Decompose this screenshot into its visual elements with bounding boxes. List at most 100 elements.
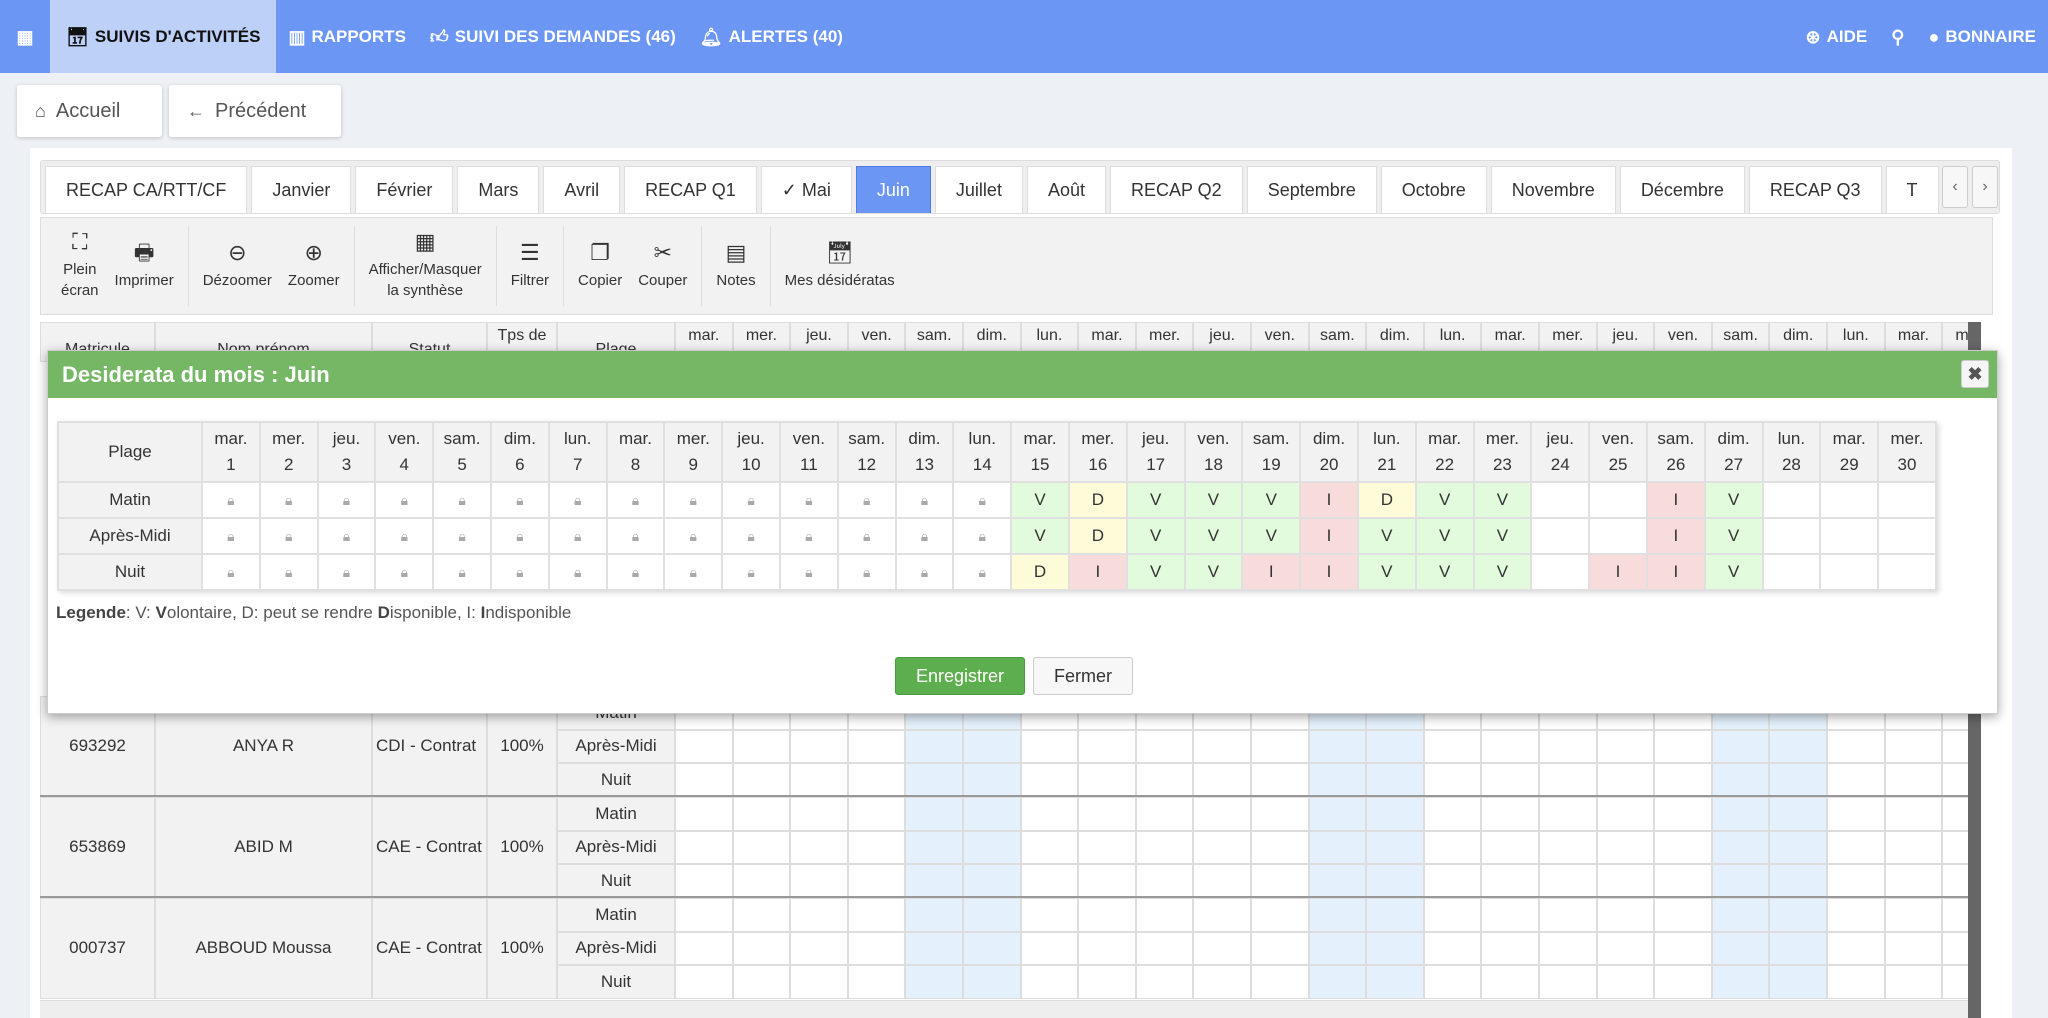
schedule-cell[interactable]: [732, 864, 791, 898]
schedule-cell[interactable]: [1942, 965, 1968, 999]
schedule-cell[interactable]: [675, 830, 733, 865]
desiderata-cell[interactable]: V: [1356, 553, 1417, 591]
schedule-cell[interactable]: [1193, 931, 1251, 966]
schedule-cell[interactable]: [963, 898, 1021, 932]
tab-recap-q2[interactable]: RECAP Q2: [1109, 166, 1243, 213]
schedule-cell[interactable]: [790, 864, 848, 898]
tab-f-vrier[interactable]: Février: [355, 166, 454, 213]
desiderata-cell[interactable]: I: [1645, 517, 1706, 555]
desiderata-cell[interactable]: I: [1299, 553, 1359, 591]
schedule-cell[interactable]: [1884, 864, 1943, 898]
tab-septembre[interactable]: Septembre: [1246, 166, 1377, 213]
desiderata-cell[interactable]: [1530, 553, 1591, 591]
toolbar-zoom-out-button[interactable]: ⊖ Dézoomer: [195, 241, 280, 291]
desiderata-cell[interactable]: [1877, 481, 1937, 519]
schedule-cell[interactable]: [1481, 898, 1539, 932]
desiderata-cell[interactable]: V: [1472, 517, 1533, 555]
desiderata-cell[interactable]: V: [1703, 517, 1764, 555]
schedule-cell[interactable]: [1942, 898, 1968, 932]
toolbar-notes-button[interactable]: ▤ Notes: [708, 241, 763, 291]
schedule-cell[interactable]: [1020, 797, 1079, 831]
desiderata-cell[interactable]: I: [1645, 553, 1706, 591]
schedule-cell[interactable]: [675, 965, 733, 999]
schedule-cell[interactable]: [1481, 763, 1539, 797]
desiderata-cell[interactable]: [1588, 517, 1648, 555]
tab-octobre[interactable]: Octobre: [1380, 166, 1487, 213]
schedule-cell[interactable]: [1827, 729, 1885, 764]
tab-mars[interactable]: Mars: [457, 166, 540, 213]
schedule-cell[interactable]: [1135, 965, 1194, 999]
schedule-cell[interactable]: [732, 797, 791, 831]
schedule-cell[interactable]: [1654, 763, 1712, 797]
schedule-cell[interactable]: [1308, 729, 1367, 764]
schedule-cell[interactable]: [790, 965, 848, 999]
schedule-cell[interactable]: [675, 864, 733, 898]
apps-menu-button[interactable]: ▦: [0, 0, 50, 73]
schedule-cell[interactable]: [1423, 931, 1482, 966]
schedule-cell[interactable]: [1654, 898, 1712, 932]
schedule-cell[interactable]: [675, 763, 733, 797]
schedule-cell[interactable]: [790, 898, 848, 932]
schedule-cell[interactable]: [963, 830, 1021, 865]
tab-janvier[interactable]: Janvier: [251, 166, 352, 213]
schedule-cell[interactable]: [905, 931, 963, 966]
schedule-cell[interactable]: [1423, 830, 1482, 865]
schedule-cell[interactable]: [1884, 931, 1943, 966]
schedule-cell[interactable]: [1827, 830, 1885, 865]
schedule-cell[interactable]: [1539, 830, 1597, 865]
schedule-cell[interactable]: [1366, 830, 1424, 865]
schedule-cell[interactable]: [1827, 965, 1885, 999]
schedule-cell[interactable]: [1020, 965, 1079, 999]
schedule-cell[interactable]: [1078, 931, 1136, 966]
toolbar-zoom-in-button[interactable]: ⊕ Zoomer: [280, 241, 348, 291]
schedule-cell[interactable]: [905, 864, 963, 898]
desiderata-cell[interactable]: [1530, 517, 1591, 555]
tab-avril[interactable]: Avril: [543, 166, 621, 213]
schedule-cell[interactable]: [1539, 898, 1597, 932]
schedule-cell[interactable]: [1539, 965, 1597, 999]
schedule-cell[interactable]: [1654, 729, 1712, 764]
schedule-cell[interactable]: [1251, 898, 1309, 932]
desiderata-cell[interactable]: V: [1241, 481, 1302, 519]
schedule-cell[interactable]: [790, 729, 848, 764]
close-icon[interactable]: ✖: [1961, 360, 1989, 388]
schedule-cell[interactable]: [1251, 763, 1309, 797]
schedule-cell[interactable]: [1423, 965, 1482, 999]
schedule-cell[interactable]: [1711, 864, 1770, 898]
schedule-cell[interactable]: [1308, 898, 1367, 932]
schedule-cell[interactable]: [1193, 729, 1251, 764]
schedule-cell[interactable]: [1193, 965, 1251, 999]
schedule-cell[interactable]: [1769, 931, 1827, 966]
schedule-cell[interactable]: [1769, 965, 1827, 999]
schedule-cell[interactable]: [1942, 864, 1968, 898]
desiderata-cell[interactable]: [1877, 553, 1937, 591]
schedule-cell[interactable]: [1884, 898, 1943, 932]
schedule-cell[interactable]: [1251, 830, 1309, 865]
schedule-cell[interactable]: [1711, 763, 1770, 797]
desiderata-cell[interactable]: V: [1010, 517, 1070, 555]
schedule-cell[interactable]: [1711, 830, 1770, 865]
desiderata-cell[interactable]: V: [1703, 481, 1764, 519]
toolbar-fullscreen-button[interactable]: ⛶ Plein écran: [53, 231, 107, 301]
schedule-cell[interactable]: [1078, 898, 1136, 932]
schedule-cell[interactable]: [1193, 797, 1251, 831]
schedule-cell[interactable]: [905, 763, 963, 797]
schedule-cell[interactable]: [1942, 830, 1968, 865]
schedule-cell[interactable]: [790, 797, 848, 831]
schedule-cell[interactable]: [1020, 931, 1079, 966]
schedule-cell[interactable]: [963, 729, 1021, 764]
schedule-cell[interactable]: [1366, 729, 1424, 764]
desiderata-cell[interactable]: I: [1299, 481, 1359, 519]
search-button[interactable]: ⚲: [1879, 0, 1916, 73]
schedule-cell[interactable]: [1654, 965, 1712, 999]
tab--mai[interactable]: ✓ Mai: [760, 166, 852, 213]
schedule-cell[interactable]: [1596, 898, 1655, 932]
schedule-cell[interactable]: [675, 931, 733, 966]
desiderata-cell[interactable]: V: [1183, 553, 1244, 591]
desiderata-cell[interactable]: V: [1125, 553, 1186, 591]
schedule-cell[interactable]: [1366, 763, 1424, 797]
toolbar-grid-off-button[interactable]: ▦ Afficher/Masquer la synthèse: [361, 231, 490, 301]
schedule-cell[interactable]: [1769, 763, 1827, 797]
schedule-cell[interactable]: [1366, 965, 1424, 999]
desiderata-cell[interactable]: [1877, 517, 1937, 555]
